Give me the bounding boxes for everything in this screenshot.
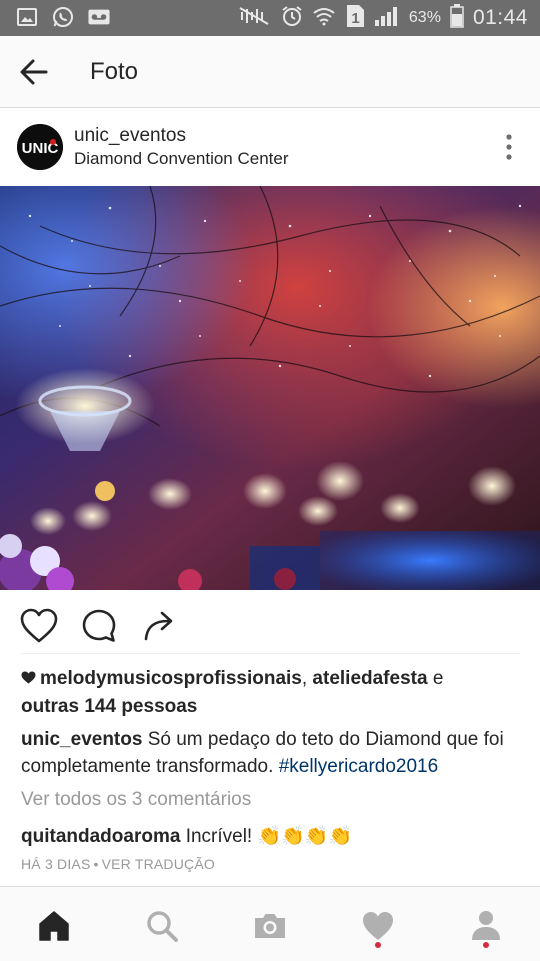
post-header: UNIC unic_eventos Diamond Convention Cen…: [0, 108, 540, 186]
comment-emoji: 👏👏👏👏: [257, 826, 353, 847]
heart-icon: [363, 912, 393, 940]
image-icon: [16, 6, 38, 28]
heart-outline-icon: [20, 608, 58, 643]
nav-home[interactable]: [37, 909, 71, 943]
liker-username-2[interactable]: ateliedafesta: [312, 668, 427, 689]
search-icon: [147, 911, 178, 942]
wifi-icon: [312, 6, 336, 31]
page-title: Foto: [90, 58, 139, 85]
whatsapp-icon: [52, 6, 74, 28]
alarm-icon: [281, 5, 303, 32]
post-location[interactable]: Diamond Convention Center: [74, 149, 289, 169]
arrow-left-icon: [20, 59, 48, 85]
voicemail-icon: [88, 6, 110, 28]
more-options-button[interactable]: [504, 134, 514, 160]
liker-username-1[interactable]: melodymusicosprofissionais: [40, 668, 302, 689]
app-bar: Foto: [0, 36, 540, 108]
divider: [20, 653, 520, 654]
sim-1-icon: 1: [345, 4, 365, 33]
like-button[interactable]: [20, 608, 58, 644]
caption-username[interactable]: unic_eventos: [21, 729, 142, 750]
see-translation-link[interactable]: VER TRADUÇÃO: [102, 856, 215, 872]
likes-summary: melodymusicosprofissionais, ateliedafest…: [21, 668, 443, 690]
svg-text:1: 1: [351, 10, 359, 27]
activity-notification-dot: [375, 942, 381, 948]
status-bar: 1 63% 01:44: [0, 0, 540, 36]
nav-camera[interactable]: [253, 909, 287, 943]
battery-percent: 63%: [408, 9, 441, 26]
view-all-comments-link[interactable]: Ver todos os 3 comentários: [21, 789, 251, 811]
nav-search[interactable]: [145, 909, 179, 943]
bottom-navigation: [0, 886, 540, 961]
comment-item: quitandadoaroma Incrível! 👏👏👏👏: [21, 824, 352, 848]
home-icon: [39, 911, 69, 941]
post-timestamp: HÁ 3 DIAS: [21, 856, 91, 872]
profile-notification-dot: [483, 942, 489, 948]
comment-username[interactable]: quitandadoaroma: [21, 826, 180, 847]
signal-icon: [374, 5, 400, 32]
meta-separator: •: [93, 856, 99, 872]
mute-icon: [238, 6, 272, 31]
post-meta: HÁ 3 DIAS • VER TRADUÇÃO: [21, 856, 215, 872]
avatar[interactable]: UNIC: [17, 124, 63, 170]
likes-separator: ,: [301, 668, 308, 689]
caption-hashtag[interactable]: #kellyericardo2016: [279, 756, 439, 777]
comment-icon: [82, 609, 116, 642]
post-actions: [0, 590, 540, 654]
share-button[interactable]: [142, 608, 180, 644]
likes-others-link[interactable]: outras 144 pessoas: [21, 696, 197, 718]
share-arrow-icon: [144, 611, 173, 641]
unic-logo: UNIC: [17, 124, 63, 170]
more-vertical-icon: [506, 134, 512, 160]
battery-icon: [450, 3, 464, 33]
heart-filled-icon: [21, 671, 36, 684]
back-button[interactable]: [18, 57, 50, 87]
nav-profile[interactable]: [469, 909, 503, 948]
post-caption: unic_eventos Só um pedaço do teto do Dia…: [21, 726, 526, 780]
comment-text: Incrível!: [185, 826, 253, 847]
post-username[interactable]: unic_eventos: [74, 125, 186, 147]
profile-icon: [472, 911, 500, 940]
likes-conjunction: e: [432, 668, 444, 689]
post-photo[interactable]: [0, 186, 540, 590]
clock: 01:44: [472, 6, 528, 29]
comment-button[interactable]: [81, 608, 119, 644]
camera-icon: [255, 914, 285, 938]
nav-activity[interactable]: [361, 909, 395, 948]
